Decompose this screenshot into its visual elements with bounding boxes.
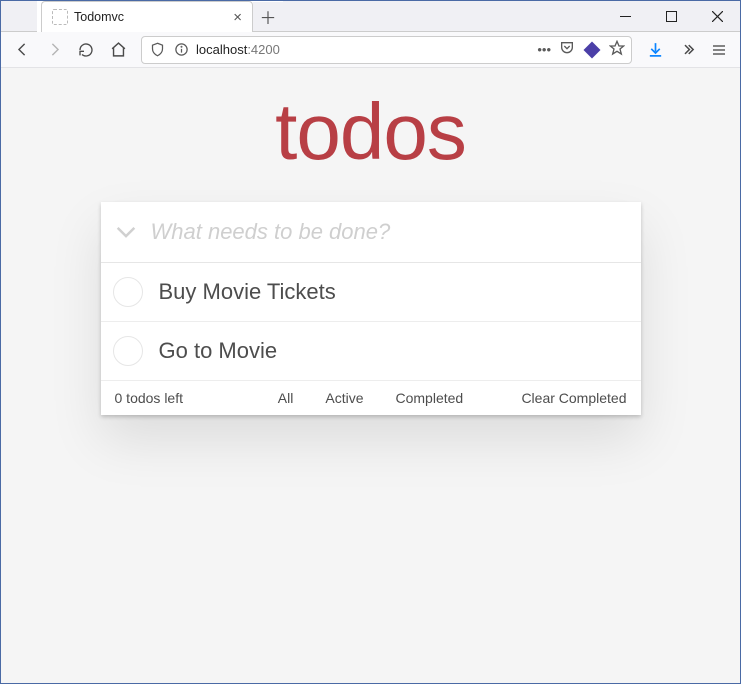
extension-icon[interactable] [583,41,601,59]
minimize-button[interactable] [602,1,648,31]
tab-strip: Todomvc × [37,1,253,32]
todoapp: Buy Movie Tickets Go to Movie 0 todos le… [101,202,641,415]
titlebar: Todomvc × ＋ [1,1,740,32]
new-todo-input[interactable] [151,202,641,262]
app-menu-button[interactable] [704,35,734,65]
app-title: todos [275,86,466,178]
downloads-button[interactable] [640,35,670,65]
home-button[interactable] [103,35,133,65]
close-tab-icon[interactable]: × [233,9,242,26]
more-actions-icon[interactable]: ••• [537,42,551,57]
todoapp-container: todos Buy Movie Tickets Go to Movie [1,68,740,415]
url-port: :4200 [247,42,280,57]
overflow-button[interactable] [672,35,702,65]
todo-label[interactable]: Go to Movie [159,338,278,364]
toggle-all-button[interactable] [101,202,151,262]
browser-tab[interactable]: Todomvc × [41,1,253,32]
reader-pocket-icon[interactable] [559,40,575,59]
close-window-button[interactable] [694,1,740,31]
filter-all[interactable]: All [272,388,300,408]
address-bar[interactable]: localhost:4200 ••• [141,36,632,64]
url-host: localhost [196,42,247,57]
todo-list: Buy Movie Tickets Go to Movie [101,263,641,381]
todo-checkbox[interactable] [113,277,143,307]
browser-window: Todomvc × ＋ [0,0,741,684]
tab-title: Todomvc [74,10,124,24]
new-todo-row [101,202,641,263]
filter-active[interactable]: Active [319,388,369,408]
todo-item: Go to Movie [101,322,641,381]
url-text: localhost:4200 [196,42,531,57]
maximize-button[interactable] [648,1,694,31]
window-controls [602,1,740,32]
page-viewport: todos Buy Movie Tickets Go to Movie [1,68,740,683]
forward-button[interactable] [39,35,69,65]
todo-footer: 0 todos left All Active Completed Clear … [101,381,641,415]
nav-toolbar: localhost:4200 ••• [1,32,740,68]
todo-checkbox[interactable] [113,336,143,366]
reload-button[interactable] [71,35,101,65]
site-info-icon[interactable] [172,42,190,57]
todo-label[interactable]: Buy Movie Tickets [159,279,336,305]
new-tab-button[interactable]: ＋ [253,2,283,32]
back-button[interactable] [7,35,37,65]
filter-group: All Active Completed [101,388,641,408]
favicon-placeholder-icon [52,9,68,25]
tab-strip-leading [1,1,37,32]
bookmark-star-icon[interactable] [609,40,625,59]
tracking-shield-icon[interactable] [148,42,166,57]
filter-completed[interactable]: Completed [389,388,469,408]
todo-item: Buy Movie Tickets [101,263,641,322]
urlbar-actions: ••• [537,40,625,59]
tab-strip-fill [283,1,602,32]
